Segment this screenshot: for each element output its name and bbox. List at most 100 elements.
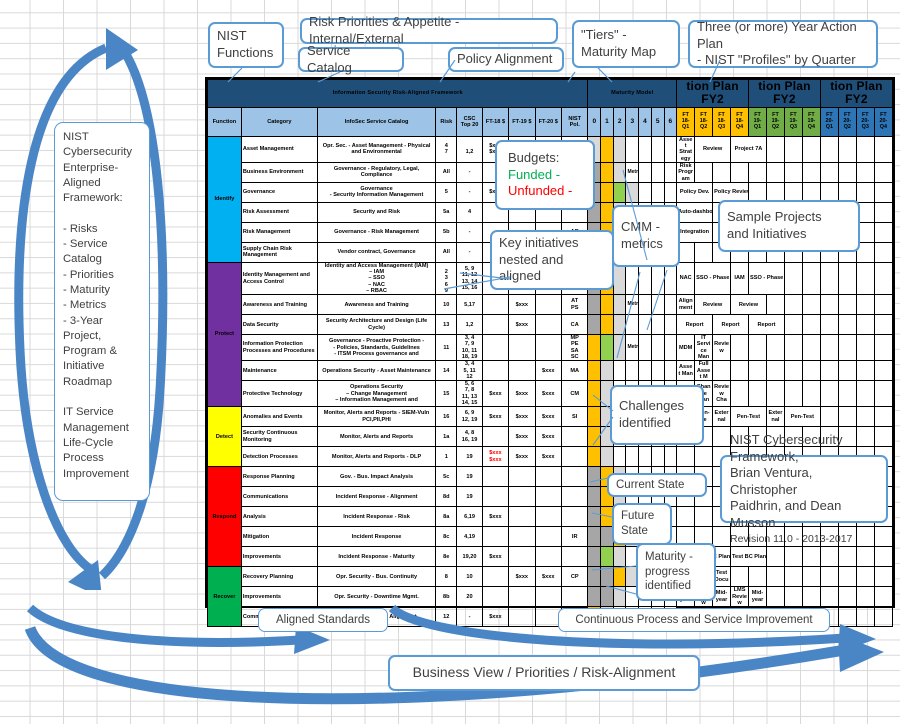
action-plan-empty-cell[interactable] bbox=[873, 135, 894, 163]
action-plan-empty-cell[interactable] bbox=[855, 135, 875, 163]
risk-cell[interactable]: 5c bbox=[435, 466, 458, 488]
maturity-cell-6[interactable] bbox=[663, 294, 678, 316]
action-plan-empty-cell[interactable] bbox=[765, 161, 785, 183]
ft18-budget-cell[interactable] bbox=[481, 526, 510, 548]
maturity-level-0[interactable]: 0 bbox=[587, 106, 602, 137]
left-summary-note[interactable]: NIST Cybersecurity Enterprise- Aligned F… bbox=[54, 122, 150, 501]
category-cell[interactable]: Data Security bbox=[240, 314, 318, 336]
csc-top20-cell[interactable]: 3, 4 5, 11 12 bbox=[456, 360, 483, 382]
quarter-header-ft-19-q1[interactable]: FT 19- Q1 bbox=[748, 106, 767, 137]
action-plan-empty-cell[interactable] bbox=[855, 334, 875, 362]
action-plan-empty-cell[interactable] bbox=[819, 294, 839, 316]
action-plan-empty-cell[interactable] bbox=[819, 261, 839, 296]
category-cell[interactable]: Maintenance bbox=[240, 360, 318, 382]
csc-top20-cell[interactable]: 1,2 bbox=[456, 135, 483, 163]
callout-sample-projects[interactable]: Sample Projects and Initiatives bbox=[718, 200, 860, 252]
maturity-cell-1[interactable] bbox=[600, 161, 614, 183]
maturity-cell-4[interactable] bbox=[638, 360, 652, 382]
category-cell[interactable]: Response Planning bbox=[240, 466, 318, 488]
csc-top20-cell[interactable]: - bbox=[456, 241, 483, 263]
action-plan-empty-cell[interactable] bbox=[765, 380, 785, 408]
ft20-budget-cell[interactable]: $xxx bbox=[534, 406, 562, 428]
service-catalog-cell[interactable]: Security and Risk bbox=[316, 201, 437, 223]
action-plan-empty-cell[interactable] bbox=[676, 506, 696, 528]
col-header-risk[interactable]: Risk bbox=[435, 106, 458, 137]
maturity-cell-5[interactable] bbox=[650, 334, 665, 362]
action-plan-empty-cell[interactable] bbox=[855, 566, 875, 588]
action-plan-item[interactable]: SSO - Phase 0 bbox=[694, 261, 732, 296]
risk-cell[interactable]: 8e bbox=[435, 546, 458, 568]
service-catalog-cell[interactable]: Identity and Access Management (IAM) – I… bbox=[316, 261, 437, 296]
category-cell[interactable]: Information Protection Processes and Pro… bbox=[240, 334, 318, 362]
maturity-cell-0[interactable] bbox=[587, 486, 602, 508]
ft19-budget-cell[interactable] bbox=[508, 466, 536, 488]
action-plan-empty-cell[interactable] bbox=[801, 314, 821, 336]
maturity-cell-0[interactable] bbox=[587, 566, 602, 588]
action-plan-empty-cell[interactable] bbox=[837, 546, 857, 568]
csc-top20-cell[interactable]: 5,17 bbox=[456, 294, 483, 316]
category-cell[interactable]: Communications bbox=[240, 486, 318, 508]
risk-cell[interactable]: 8 bbox=[435, 566, 458, 588]
col-header-nist-pol[interactable]: NIST Pol. bbox=[560, 106, 589, 137]
maturity-cell-1[interactable] bbox=[600, 334, 614, 362]
csc-top20-cell[interactable]: 19 bbox=[456, 466, 483, 488]
action-plan-empty-cell[interactable] bbox=[765, 546, 785, 568]
maturity-cell-6[interactable] bbox=[663, 360, 678, 382]
col-header-ft-20[interactable]: FT-20 $ bbox=[534, 106, 562, 137]
ft19-budget-cell[interactable]: $xxx bbox=[508, 314, 536, 336]
action-plan-empty-cell[interactable] bbox=[748, 566, 767, 588]
ft18-budget-cell[interactable]: $xxx bbox=[481, 406, 510, 428]
callout-action-plan[interactable]: Three (or more) Year Action Plan - NIST … bbox=[688, 19, 878, 68]
maturity-cell-1[interactable] bbox=[600, 546, 614, 568]
nist-policy-cell[interactable]: IR bbox=[560, 526, 589, 548]
action-plan-empty-cell[interactable] bbox=[873, 294, 894, 316]
maturity-cell-6[interactable] bbox=[663, 314, 678, 336]
action-plan-empty-cell[interactable] bbox=[873, 380, 894, 408]
maturity-cell-1[interactable] bbox=[600, 135, 614, 163]
risk-cell[interactable]: 8a bbox=[435, 506, 458, 528]
maturity-cell-2[interactable] bbox=[612, 294, 627, 316]
risk-cell[interactable]: 4 7 bbox=[435, 135, 458, 163]
action-plan-empty-cell[interactable] bbox=[837, 566, 857, 588]
action-plan-empty-cell[interactable] bbox=[873, 566, 894, 588]
risk-cell[interactable]: All bbox=[435, 161, 458, 183]
action-plan-empty-cell[interactable] bbox=[783, 334, 803, 362]
action-plan-item[interactable]: Report bbox=[676, 314, 714, 336]
csc-top20-cell[interactable]: 1,2 bbox=[456, 314, 483, 336]
ft20-budget-cell[interactable] bbox=[534, 466, 562, 488]
maturity-cell-1[interactable] bbox=[600, 446, 614, 468]
ft20-budget-cell[interactable] bbox=[534, 506, 562, 528]
service-catalog-cell[interactable]: Gov. - Bus. Impact Analysis bbox=[316, 466, 437, 488]
action-plan-empty-cell[interactable] bbox=[783, 161, 803, 183]
function-cell-identify[interactable]: Identify bbox=[207, 135, 242, 263]
csc-top20-cell[interactable]: 3, 4 7, 9 10, 11 18, 19 bbox=[456, 334, 483, 362]
maturity-cell-2[interactable] bbox=[612, 566, 627, 588]
service-catalog-cell[interactable]: Governance - Security Information Manage… bbox=[316, 181, 437, 203]
action-plan-item[interactable]: IT Service Man bbox=[694, 334, 714, 362]
table-row[interactable]: Protective Technology Operations Security… bbox=[208, 380, 894, 408]
service-catalog-cell[interactable]: Governance - Proactive Protection - - Po… bbox=[316, 334, 437, 362]
maturity-cell-6[interactable] bbox=[663, 261, 678, 296]
action-plan-empty-cell[interactable] bbox=[694, 241, 714, 263]
action-plan-empty-cell[interactable] bbox=[855, 546, 875, 568]
quarter-header-ft-20-q4[interactable]: FT 20- Q4 bbox=[873, 106, 894, 137]
maturity-cell-2[interactable] bbox=[612, 261, 627, 296]
ft20-budget-cell[interactable]: $xxx bbox=[534, 380, 562, 408]
risk-cell[interactable]: 13 bbox=[435, 314, 458, 336]
action-plan-empty-cell[interactable] bbox=[765, 294, 785, 316]
action-plan-empty-cell[interactable] bbox=[837, 261, 857, 296]
service-catalog-cell[interactable]: Governance - Regulatory, Legal, Complian… bbox=[316, 161, 437, 183]
ft20-budget-cell[interactable] bbox=[534, 334, 562, 362]
csc-top20-cell[interactable]: 5, 6 7, 8 11, 13 14, 15 bbox=[456, 380, 483, 408]
ft20-budget-cell[interactable]: $xxx bbox=[534, 360, 562, 382]
risk-cell[interactable]: 2 3 6 9 bbox=[435, 261, 458, 296]
service-catalog-cell[interactable]: Monitor, Alerts and Reports - SIEM-Vuln … bbox=[316, 406, 437, 428]
callout-continuous-improvement[interactable]: Continuous Process and Service Improveme… bbox=[558, 608, 830, 632]
csc-top20-cell[interactable]: 4, 8 16, 19 bbox=[456, 426, 483, 448]
risk-cell[interactable]: 15 bbox=[435, 380, 458, 408]
maturity-cell-3[interactable]: Metrics bbox=[625, 294, 640, 316]
action-plan-empty-cell[interactable] bbox=[837, 314, 857, 336]
maturity-cell-0[interactable] bbox=[587, 294, 602, 316]
callout-tiers-maturity-map[interactable]: "Tiers" - Maturity Map bbox=[572, 20, 680, 68]
maturity-level-5[interactable]: 5 bbox=[650, 106, 665, 137]
